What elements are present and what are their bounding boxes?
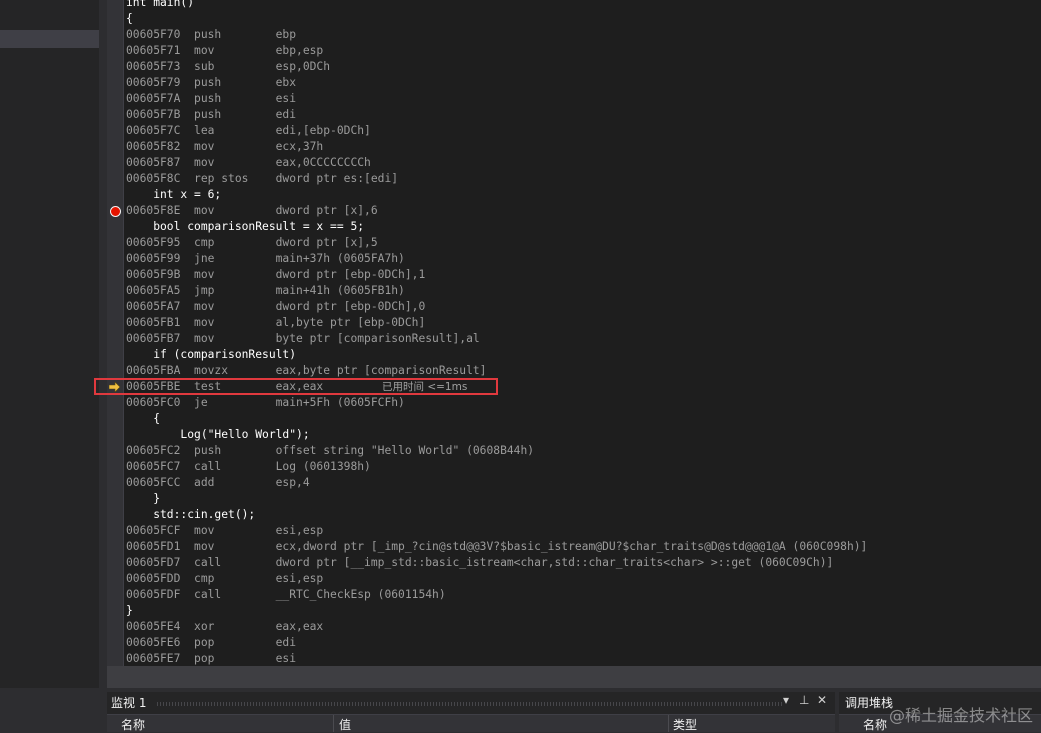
source-line[interactable]: } bbox=[126, 491, 160, 507]
source-line[interactable]: int main() bbox=[126, 0, 194, 11]
close-icon[interactable]: ✕ bbox=[817, 693, 827, 707]
disassembly-instruction-line[interactable]: 00605F95 cmp dword ptr [x],5 bbox=[126, 235, 378, 251]
disassembly-instruction-line[interactable]: 00605F9B mov dword ptr [ebp-0DCh],1 bbox=[126, 267, 425, 283]
disassembly-instruction-line[interactable]: 00605F82 mov ecx,37h bbox=[126, 139, 323, 155]
source-line[interactable]: } bbox=[126, 603, 133, 619]
watch-panel-drag-grip[interactable] bbox=[157, 702, 782, 706]
disassembly-instruction-line[interactable]: 00605FCF mov esi,esp bbox=[126, 523, 323, 539]
indicator-margin[interactable] bbox=[107, 0, 123, 666]
horizontal-scrollbar[interactable] bbox=[107, 666, 1041, 688]
disassembly-instruction-line[interactable]: 00605F71 mov ebp,esp bbox=[126, 43, 323, 59]
left-panel-selected-row[interactable] bbox=[0, 30, 99, 48]
pin-icon[interactable]: ⊥ bbox=[799, 693, 809, 707]
chevron-down-icon[interactable]: ▾ bbox=[783, 693, 789, 707]
disassembly-instruction-line[interactable]: 00605FA5 jmp main+41h (0605FB1h) bbox=[126, 283, 405, 299]
disassembly-instruction-line[interactable]: 00605F70 push ebp bbox=[126, 27, 296, 43]
breakpoint-icon[interactable] bbox=[110, 205, 121, 217]
disassembly-instruction-line[interactable]: 00605F7A push esi bbox=[126, 91, 296, 107]
disassembly-instruction-line[interactable]: 00605F7C lea edi,[ebp-0DCh] bbox=[126, 123, 371, 139]
left-panel-splitter[interactable] bbox=[99, 0, 107, 688]
source-line[interactable]: { bbox=[126, 411, 160, 427]
callstack-panel-title[interactable]: 调用堆栈 bbox=[845, 694, 893, 711]
disassembly-instruction-line[interactable]: 00605F73 sub esp,0DCh bbox=[126, 59, 330, 75]
watch-panel-title[interactable]: 监视 1 bbox=[111, 694, 146, 711]
disassembly-view[interactable]: int main(){00605F70 push ebp 00605F71 mov… bbox=[124, 0, 1041, 666]
disassembly-instruction-line[interactable]: 00605FD1 mov ecx,dword ptr [_imp_?cin@st… bbox=[126, 539, 867, 555]
disassembly-instruction-line[interactable]: 00605F87 mov eax,0CCCCCCCCh bbox=[126, 155, 371, 171]
column-divider[interactable] bbox=[333, 715, 334, 732]
disassembly-instruction-line[interactable]: 00605FDF call __RTC_CheckEsp (0601154h) bbox=[126, 587, 446, 603]
disassembly-instruction-line[interactable]: 00605F8C rep stos dword ptr es:[edi] bbox=[126, 171, 398, 187]
column-header-name[interactable]: 名称 bbox=[863, 716, 887, 733]
source-line[interactable]: if (comparisonResult) bbox=[126, 347, 296, 363]
disassembly-instruction-line[interactable]: 00605FE4 xor eax,eax bbox=[126, 619, 323, 635]
watermark: @稀土掘金技术社区 bbox=[888, 706, 1033, 725]
source-line[interactable]: { bbox=[126, 11, 133, 27]
disassembly-instruction-line[interactable]: 00605F8E mov dword ptr [x],6 bbox=[126, 203, 378, 219]
disassembly-instruction-line[interactable]: 00605FB7 mov byte ptr [comparisonResult]… bbox=[126, 331, 480, 347]
disassembly-instruction-line[interactable]: 00605FC0 je main+5Fh (0605FCFh) bbox=[126, 395, 405, 411]
disassembly-instruction-line[interactable]: 00605FE6 pop edi bbox=[126, 635, 296, 651]
column-header-name[interactable]: 名称 bbox=[121, 716, 145, 733]
disassembly-instruction-line[interactable]: 00605F79 push ebx bbox=[126, 75, 296, 91]
disassembly-instruction-line[interactable]: 00605FBA movzx eax,byte ptr [comparisonR… bbox=[126, 363, 486, 379]
source-line[interactable]: Log("Hello World"); bbox=[126, 427, 309, 443]
disassembly-instruction-line[interactable]: 00605F99 jne main+37h (0605FA7h) bbox=[126, 251, 405, 267]
left-tool-panel bbox=[0, 0, 99, 688]
disassembly-instruction-line[interactable]: 00605FC7 call Log (0601398h) bbox=[126, 459, 371, 475]
disassembly-instruction-line[interactable]: 00605FE7 pop esi bbox=[126, 651, 296, 666]
disassembly-instruction-line[interactable]: 00605FDD cmp esi,esp bbox=[126, 571, 323, 587]
column-header-type[interactable]: 类型 bbox=[673, 716, 697, 733]
source-line[interactable]: bool comparisonResult = x == 5; bbox=[126, 219, 364, 235]
disassembly-instruction-line[interactable]: 00605FC2 push offset string "Hello World… bbox=[126, 443, 534, 459]
disassembly-instruction-line[interactable]: 00605FA7 mov dword ptr [ebp-0DCh],0 bbox=[126, 299, 425, 315]
disassembly-instruction-line[interactable]: 00605F7B push edi bbox=[126, 107, 296, 123]
source-line[interactable]: int x = 6; bbox=[126, 187, 221, 203]
watch-table-header: 名称 值 类型 bbox=[107, 714, 835, 732]
column-divider[interactable] bbox=[668, 715, 669, 732]
disassembly-instruction-line[interactable]: 00605FD7 call dword ptr [__imp_std::basi… bbox=[126, 555, 833, 571]
source-line[interactable]: std::cin.get(); bbox=[126, 507, 255, 523]
current-instruction-highlight bbox=[94, 378, 498, 395]
disassembly-instruction-line[interactable]: 00605FCC add esp,4 bbox=[126, 475, 310, 491]
column-header-value[interactable]: 值 bbox=[339, 716, 351, 733]
disassembly-instruction-line[interactable]: 00605FB1 mov al,byte ptr [ebp-0DCh] bbox=[126, 315, 425, 331]
watch-panel: 监视 1 ▾ ⊥ ✕ 名称 值 类型 bbox=[107, 692, 835, 732]
